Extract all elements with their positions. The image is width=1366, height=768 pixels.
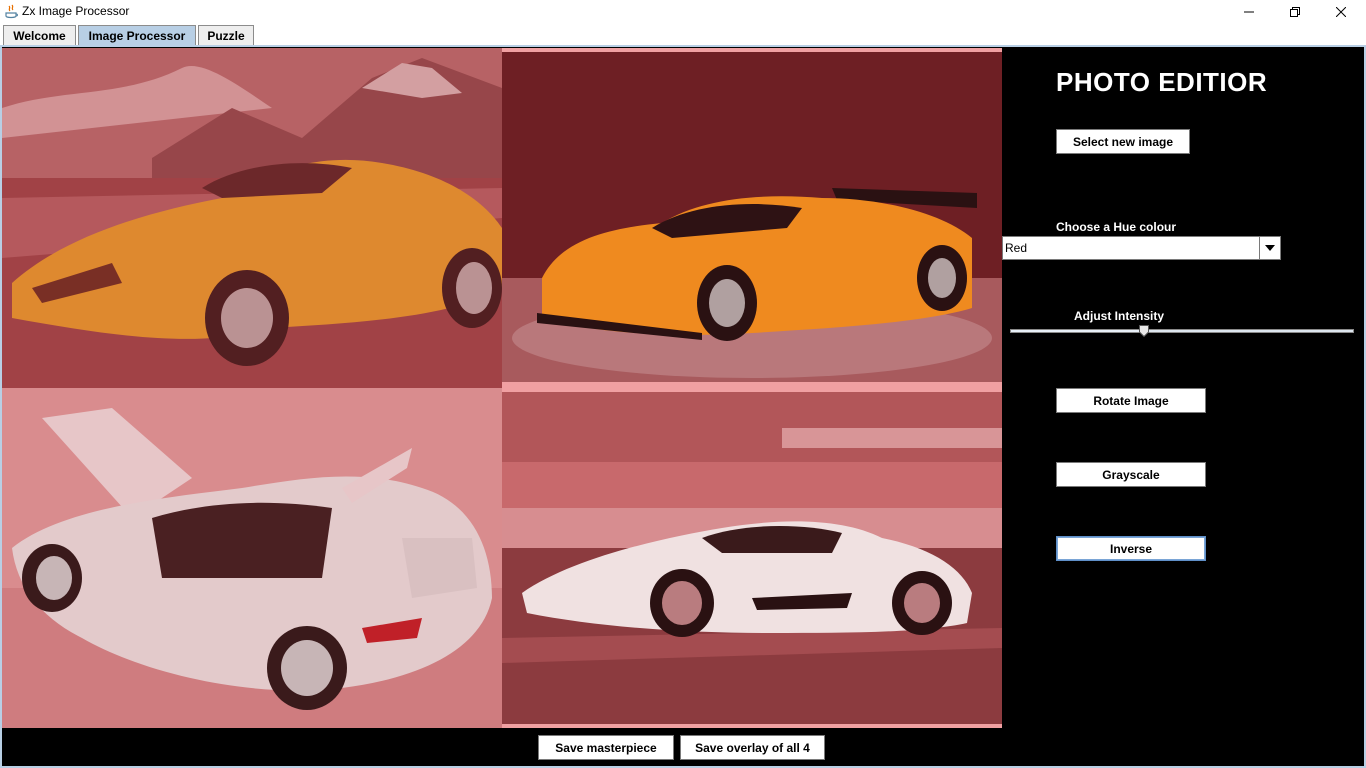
java-app-icon [5, 4, 18, 19]
restore-icon [1290, 7, 1300, 17]
hue-select[interactable]: Red [1002, 236, 1281, 260]
save-overlay-button[interactable]: Save overlay of all 4 [680, 735, 825, 760]
tab-puzzle[interactable]: Puzzle [198, 25, 254, 45]
image-panel-bottom-left[interactable] [2, 388, 502, 728]
hue-selected-value: Red [1005, 241, 1028, 255]
editor-title: PHOTO EDITIOR [1056, 67, 1268, 97]
restore-button[interactable] [1272, 0, 1318, 24]
title-bar: Zx Image Processor [0, 0, 1366, 24]
dropdown-arrow-button[interactable] [1259, 237, 1280, 259]
grayscale-button[interactable]: Grayscale [1056, 462, 1206, 487]
window-title: Zx Image Processor [22, 4, 130, 18]
car-image-3 [2, 388, 502, 728]
select-new-image-button[interactable]: Select new image [1056, 129, 1190, 154]
tab-image-processor[interactable]: Image Processor [78, 25, 196, 45]
minimize-icon [1244, 11, 1254, 13]
car-image-2 [502, 48, 1002, 388]
intensity-slider-fill [1011, 330, 1145, 332]
image-panel-top-right[interactable] [502, 48, 1002, 388]
close-icon [1336, 7, 1346, 17]
intensity-slider[interactable] [1010, 329, 1354, 333]
close-button[interactable] [1318, 0, 1364, 24]
rotate-image-button[interactable]: Rotate Image [1056, 388, 1206, 413]
save-masterpiece-button[interactable]: Save masterpiece [538, 735, 674, 760]
inverse-button[interactable]: Inverse [1056, 536, 1206, 561]
chevron-down-icon [1265, 245, 1275, 251]
image-panel-bottom-right[interactable] [502, 388, 1002, 728]
image-panel-top-left[interactable] [2, 48, 502, 388]
minimize-button[interactable] [1226, 0, 1272, 24]
car-image-1 [2, 48, 502, 388]
intensity-label: Adjust Intensity [1074, 309, 1165, 323]
car-image-4 [502, 388, 1002, 728]
intensity-slider-thumb[interactable] [1139, 325, 1150, 337]
editor-panel: PHOTO EDITIOR Select new image Choose a … [1002, 48, 1362, 728]
tab-strip: Welcome Image Processor Puzzle [0, 24, 1366, 46]
tab-welcome[interactable]: Welcome [3, 25, 76, 45]
hue-label: Choose a Hue colour [1056, 220, 1177, 234]
bottom-bar: Save masterpiece Save overlay of all 4 [2, 728, 1364, 766]
